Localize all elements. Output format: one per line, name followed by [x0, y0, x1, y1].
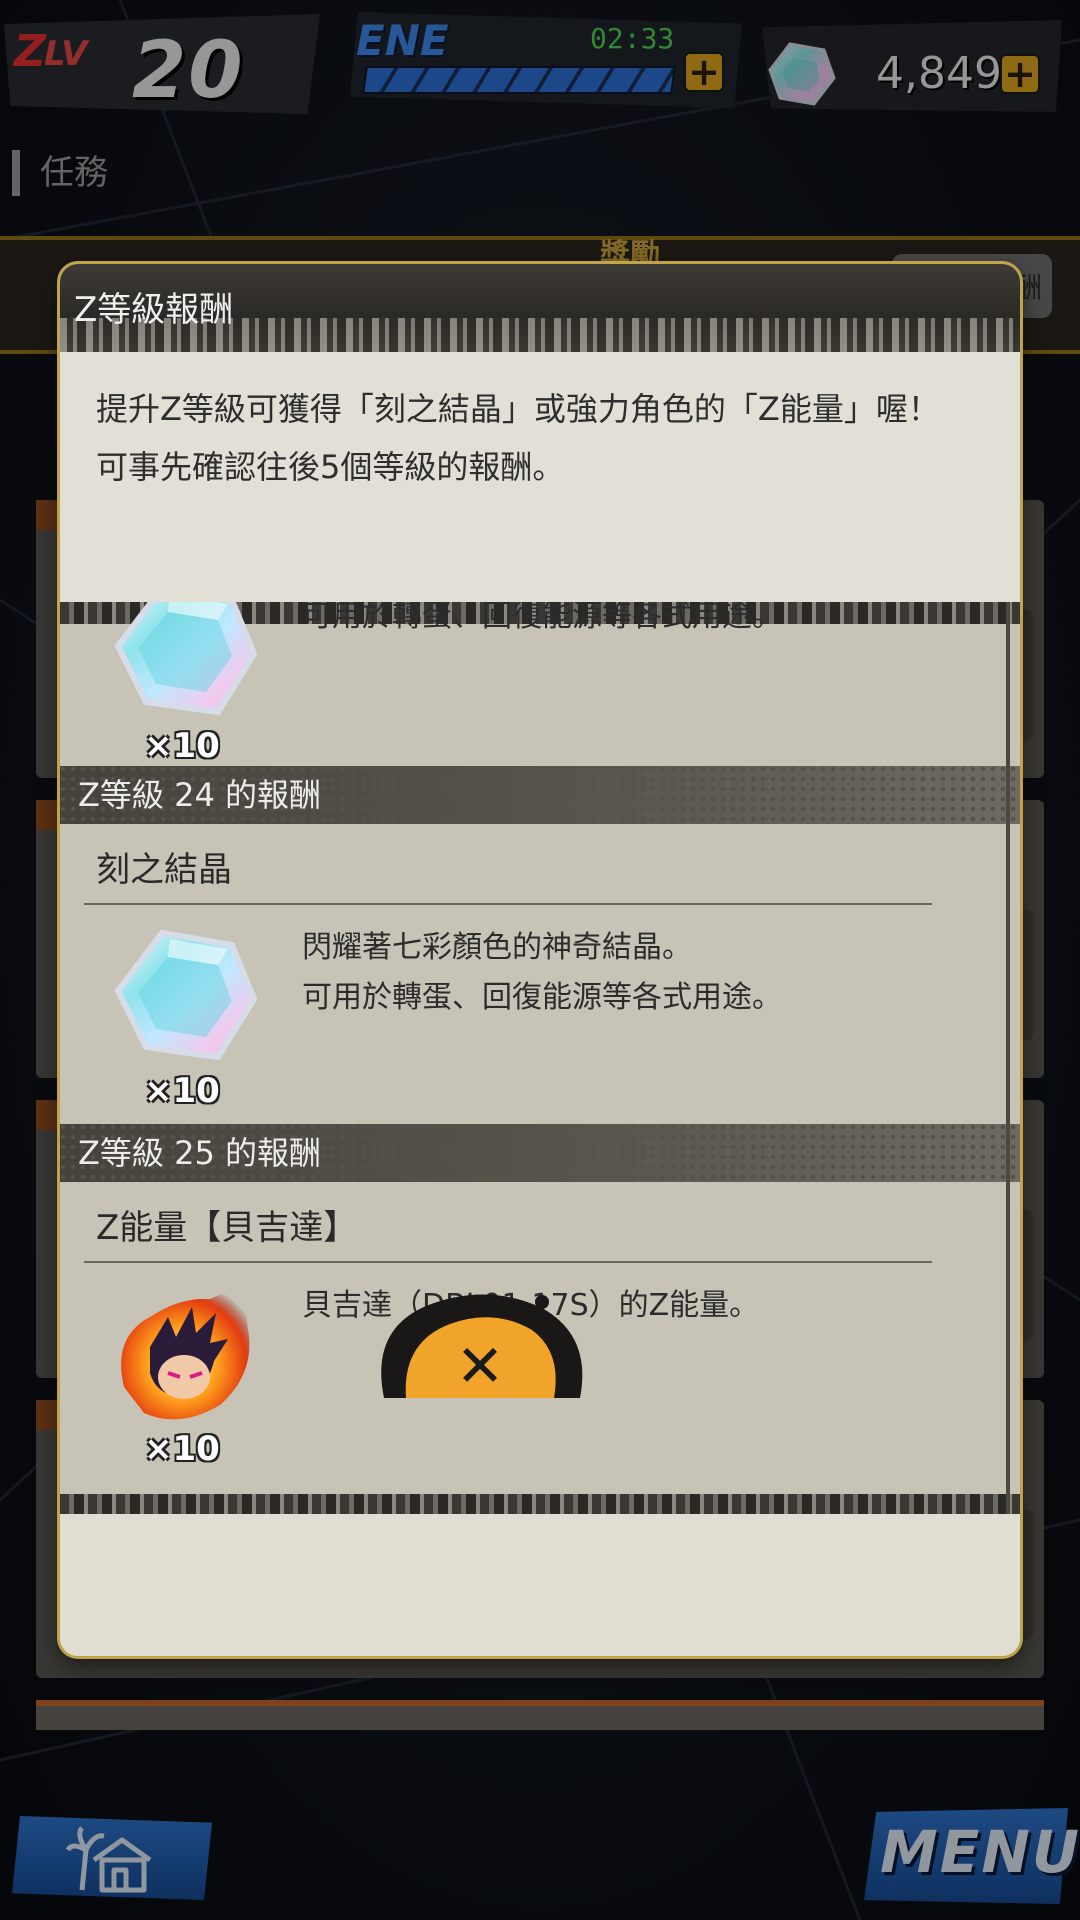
reward-quantity: ×10 [144, 726, 220, 766]
torn-edge-bottom [60, 1494, 1020, 1516]
reward-level-header: Z等級 24 的報酬 [60, 766, 1020, 824]
z-level-rewards-dialog: Z等級報酬 提升Z等級可獲得「刻之結晶」或強力角色的「Z能量」喔！ 可事先確認往… [60, 264, 1020, 1656]
reward-description: 可用於轉蛋、回復能源等各式用途。 [302, 602, 782, 634]
reward-list-scrollbar[interactable] [1006, 602, 1010, 1514]
crystal-icon[interactable] [110, 919, 260, 1069]
reward-quantity: ×10 [144, 1429, 220, 1469]
dialog-footer [60, 1514, 1020, 1656]
intro-text-line1: 提升Z等級可獲得「刻之結晶」或強力角色的「Z能量」喔！ [96, 390, 940, 428]
reward-name: 刻之結晶 [84, 834, 932, 905]
crystal-icon [110, 602, 260, 724]
reward-name: Z能量【貝吉達】 [84, 1192, 932, 1263]
reward-quantity: ×10 [144, 1071, 220, 1111]
reward-item: Z等級 24 的報酬 刻之結晶 ×10 閃耀著七彩顏色的神奇結晶。 可用於轉蛋、… [60, 766, 1020, 1129]
close-icon: ✕ [456, 1332, 505, 1400]
intro-text-line2: 可事先確認往後5個等級的報酬。 [96, 448, 565, 486]
dialog-intro: 提升Z等級可獲得「刻之結晶」或強力角色的「Z能量」喔！ 可事先確認往後5個等級的… [60, 352, 1020, 602]
reward-level-header: Z等級 25 的報酬 [60, 1124, 1020, 1182]
close-button[interactable]: ✕ [366, 1290, 596, 1400]
reward-description: 閃耀著七彩顏色的神奇結晶。 可用於轉蛋、回復能源等各式用途。 [302, 930, 782, 1015]
dialog-header: Z等級報酬 [60, 264, 1020, 352]
vegeta-z-power-icon[interactable] [110, 1277, 260, 1427]
reward-item-partial: ×10 可用於轉蛋、回復能源等各式用途。 [60, 602, 1020, 784]
dialog-title: Z等級報酬 [74, 290, 234, 330]
